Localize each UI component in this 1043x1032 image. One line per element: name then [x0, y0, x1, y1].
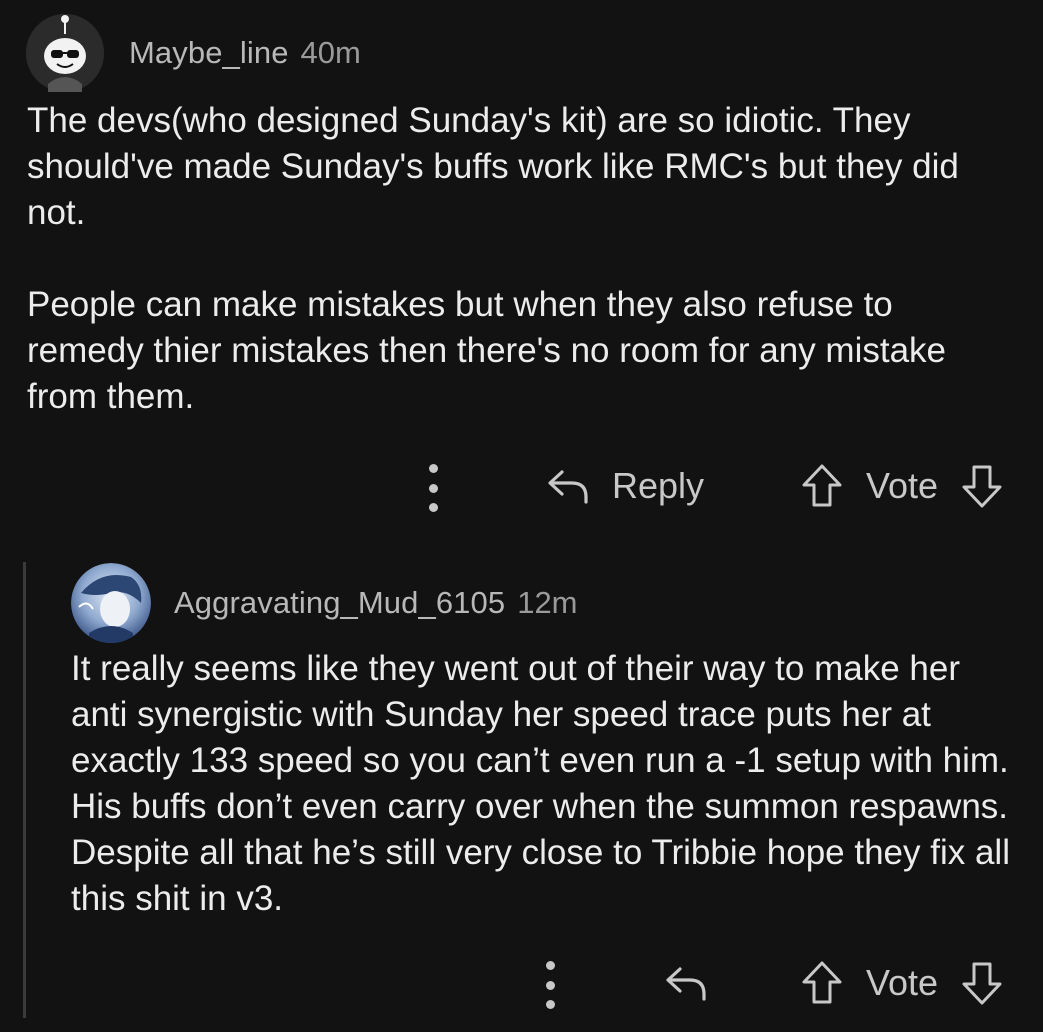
vote-group: Vote [800, 959, 1004, 1007]
downvote-arrow-icon[interactable] [960, 462, 1004, 510]
reply-label: Reply [612, 465, 705, 506]
comment-actions: Reply Vote [0, 458, 1043, 516]
more-options-button[interactable] [538, 961, 562, 1009]
username[interactable]: Maybe_line [129, 35, 289, 71]
reply-arrow-icon [666, 967, 706, 1001]
comment-body: It really seems like they went out of th… [71, 646, 1021, 922]
thread-line[interactable] [23, 562, 26, 1018]
avatar[interactable] [71, 563, 151, 643]
downvote-arrow-icon[interactable] [960, 959, 1004, 1007]
comment-header: Maybe_line 40m [26, 12, 361, 94]
more-dot [545, 1000, 555, 1009]
comment-body: The devs(who designed Sunday's kit) are … [27, 98, 1017, 420]
timestamp: 40m [300, 35, 361, 70]
timestamp: 12m [517, 585, 578, 620]
more-dot [428, 503, 438, 512]
more-vertical-icon [428, 464, 438, 473]
more-dot [428, 483, 438, 493]
avatar[interactable] [26, 14, 104, 92]
username[interactable]: Aggravating_Mud_6105 [174, 585, 505, 621]
upvote-arrow-icon[interactable] [800, 959, 844, 1007]
more-dot [545, 980, 555, 990]
more-vertical-icon [545, 961, 555, 970]
comment-paragraph: It really seems like they went out of th… [71, 649, 1010, 918]
reply-arrow-icon [548, 470, 588, 504]
vote-group: Vote [800, 462, 1004, 510]
upvote-arrow-icon[interactable] [800, 462, 844, 510]
comment-actions: Vote [0, 955, 1043, 1013]
vote-label: Vote [866, 962, 939, 1003]
more-options-button[interactable] [421, 464, 445, 512]
comment-thread: Maybe_line 40m The devs(who designed Sun… [0, 0, 1043, 1032]
comment-paragraph: The devs(who designed Sunday's kit) are … [27, 101, 959, 232]
vote-label: Vote [866, 465, 939, 506]
reply-button[interactable] [664, 961, 708, 1005]
reply-button[interactable]: Reply [546, 464, 704, 508]
comment-paragraph: People can make mistakes but when they a… [27, 285, 947, 416]
comment-header: Aggravating_Mud_6105 12m [71, 563, 578, 643]
